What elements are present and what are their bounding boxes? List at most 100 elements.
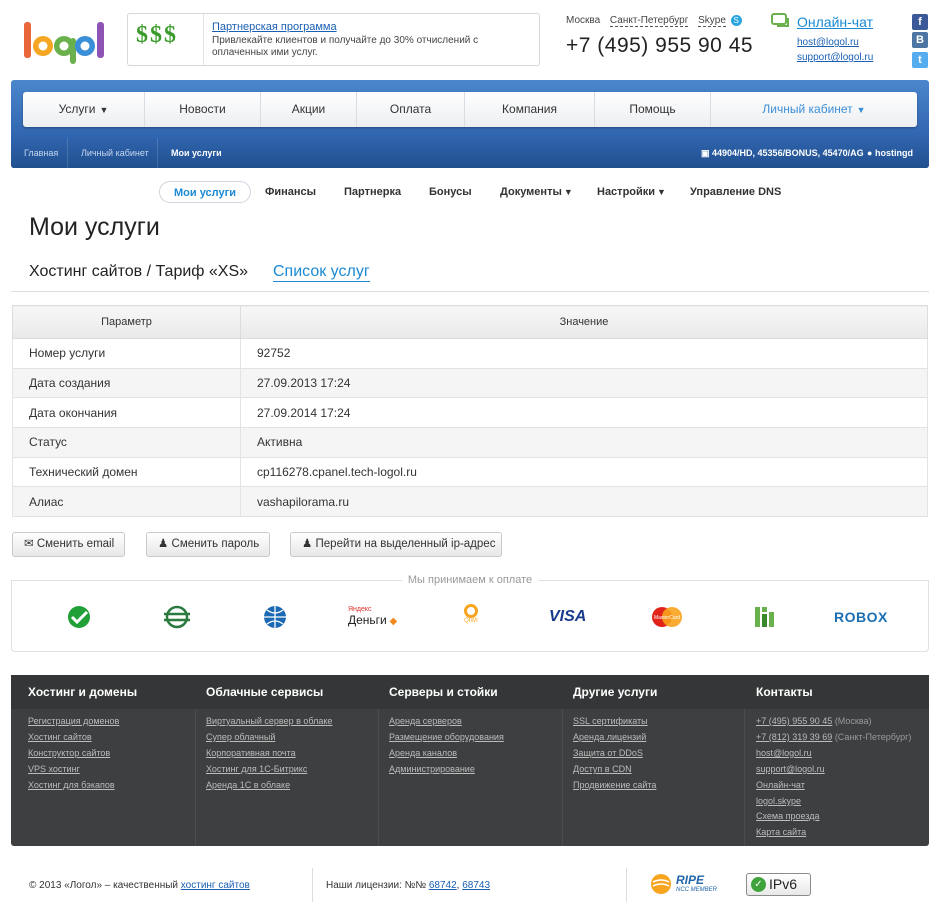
footer-heading: Облачные сервисы [206,685,324,699]
footer-link[interactable]: Доступ в CDN [573,764,632,774]
tab-partner[interactable]: Партнерка [344,181,401,203]
sberbank-icon [68,606,90,628]
ripe-badge[interactable]: RIPE NCC MEMBER [650,872,722,898]
city-moscow[interactable]: Москва [566,15,600,26]
footer-link[interactable]: +7 (812) 319 39 69 [756,732,832,742]
main-menu: Услуги ▼ Новости Акции Оплата Компания По… [23,92,917,127]
tab-settings[interactable]: Настройки ▼ [597,181,666,203]
menu-payment[interactable]: Оплата [357,92,465,127]
footer-link[interactable]: Администрирование [389,764,475,774]
footer-column: Другие услуги SSL сертификаты Аренда лиц… [563,675,745,846]
vkontakte-icon[interactable]: B [912,32,928,48]
table-row: Алиас vashapilorama.ru [12,486,928,518]
param-cell: Технический домен [12,456,241,488]
host-email-link[interactable]: host@logol.ru [797,37,859,48]
tab-documents[interactable]: Документы ▼ [500,181,573,203]
menu-account[interactable]: Личный кабинет ▼ [711,92,917,127]
footer-note: (Москва) [832,716,872,726]
tab-my-services[interactable]: Мои услуги [159,181,251,203]
footer-link[interactable]: Аренда 1С в облаке [206,780,290,790]
chevron-down-icon: ▼ [856,105,866,115]
footer-link[interactable]: support@logol.ru [756,764,825,774]
chat-icon [771,13,789,27]
footer-column: Контакты +7 (495) 955 90 45 (Москва) +7 … [745,675,929,846]
footer-link[interactable]: Онлайн-чат [756,780,805,790]
tab-dns[interactable]: Управление DNS [690,181,781,203]
footer-link[interactable]: Виртуальный сервер в облаке [206,716,332,726]
footer-link[interactable]: host@logol.ru [756,748,812,758]
page-title: Мои услуги [29,213,160,241]
service-details-table: Параметр Значение Номер услуги 92752 Дата … [12,305,928,518]
user-icon: ● [867,148,873,158]
skype-icon: S [730,15,742,26]
footer-link[interactable]: Конструктор сайтов [28,748,110,758]
table-row: Статус Активна [12,427,928,458]
skype-link[interactable]: Skype [698,15,726,28]
footer-column: Серверы и стойки Аренда серверов Размеще… [379,675,563,846]
menu-help[interactable]: Помощь [595,92,711,127]
crumb-account[interactable]: Личный кабинет [81,148,149,158]
menu-promotions[interactable]: Акции [261,92,357,127]
footer-link[interactable]: Регистрация доменов [28,716,119,726]
menu-company[interactable]: Компания [465,92,595,127]
service-list-link[interactable]: Список услуг [273,262,370,282]
column-header: Значение [240,305,928,339]
value-cell: cp116278.cpanel.tech-logol.ru [240,456,928,488]
footer: Хостинг и домены Регистрация доменов Хос… [11,675,929,846]
city-spb[interactable]: Санкт-Петербург [609,15,689,28]
footer-link[interactable]: Аренда серверов [389,716,462,726]
license-link[interactable]: 68743 [462,880,490,891]
footer-link[interactable]: +7 (495) 955 90 45 [756,716,832,726]
footer-link[interactable]: Хостинг для бэкапов [28,780,115,790]
license-link[interactable]: 68742 [429,880,457,891]
footer-link[interactable]: Хостинг для 1С-Битрикс [206,764,307,774]
payments-title: Мы принимаем к оплате [0,574,940,586]
tab-bonuses[interactable]: Бонусы [429,181,472,203]
value-cell: vashapilorama.ru [240,486,928,518]
dollars-icon: $$$ [136,22,178,48]
partner-program-link[interactable]: Партнерская программа [212,21,337,33]
footer-link[interactable]: logol.skype [756,796,801,806]
footer-heading: Серверы и стойки [389,685,498,699]
crumb-current: Мои услуги [171,148,222,158]
tab-finance[interactable]: Финансы [265,181,316,203]
table-row: Дата окончания 27.09.2014 17:24 [12,397,928,429]
twitter-icon[interactable]: t [912,52,928,68]
footer-link[interactable]: Хостинг сайтов [28,732,92,742]
footer-link[interactable]: Карта сайта [756,827,806,837]
service-title: Хостинг сайтов / Тариф «XS» [29,263,249,280]
partner-banner[interactable]: $$$ Партнерская программа Привлекайте кл… [127,13,540,66]
footer-link[interactable]: Супер облачный [206,732,275,742]
table-row: Технический домен cp116278.cpanel.tech-lo… [12,456,928,488]
footer-link[interactable]: SSL сертификаты [573,716,648,726]
logol-logo[interactable] [22,18,106,70]
footer-link[interactable]: Аренда каналов [389,748,457,758]
support-email-link[interactable]: support@logol.ru [797,52,873,63]
user-profile[interactable]: ● hostingd [867,148,913,158]
footer-note: (Санкт-Петербург) [832,732,912,742]
user-icon: ♟ [302,538,313,550]
param-cell: Дата создания [12,367,241,399]
footer-heading: Хостинг и домены [28,685,138,699]
menu-services[interactable]: Услуги ▼ [23,92,145,127]
online-chat-link[interactable]: Онлайн-чат [797,14,873,30]
footer-link[interactable]: Корпоративная почта [206,748,296,758]
change-email-button[interactable]: ✉ Сменить email [12,532,125,557]
footer-link[interactable]: Аренда лицензий [573,732,646,742]
menu-news[interactable]: Новости [145,92,261,127]
hosting-link[interactable]: хостинг сайтов [181,880,250,891]
crumb-home[interactable]: Главная [24,148,58,158]
dedicated-ip-button[interactable]: ♟ Перейти на выделенный ip-адрес [290,532,502,557]
footer-link[interactable]: Продвижение сайта [573,780,656,790]
mastercard-icon: MasterCard [652,607,682,627]
city-selector: Москва Санкт-Петербург Skype S [566,15,749,28]
facebook-icon[interactable]: f [912,14,928,30]
ipv6-badge[interactable]: ✓ IPv6 [746,873,811,896]
eleksnet-icon [164,605,190,629]
value-cell: Активна [240,427,928,458]
footer-link[interactable]: Схема проезда [756,811,819,821]
footer-link[interactable]: VPS хостинг [28,764,80,774]
footer-link[interactable]: Защита от DDoS [573,748,643,758]
change-password-button[interactable]: ♟ Сменить пароль [146,532,270,557]
footer-link[interactable]: Размещение оборудования [389,732,504,742]
